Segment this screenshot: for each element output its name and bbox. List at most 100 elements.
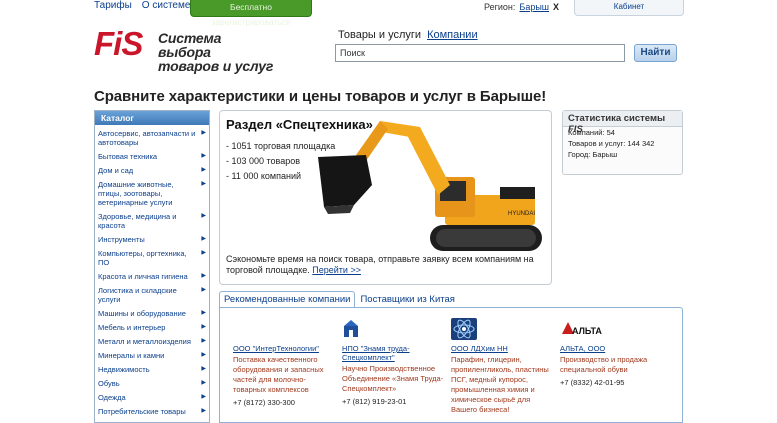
catalog-item-label: Здоровье, медицина и красота — [98, 212, 177, 230]
catalog-list: Автосервис, автозапчасти и автотовары ▶ Бы… — [95, 129, 209, 422]
region-label: Регион: — [484, 2, 516, 12]
tariffs-link[interactable]: Тарифы — [94, 0, 132, 16]
arrow-right-icon: ▶ — [201, 394, 206, 400]
region-selector: Регион: Барыш X — [484, 2, 559, 12]
arrow-right-icon: ▶ — [201, 380, 206, 386]
company-description: Поставка качественного оборудования и за… — [233, 355, 324, 394]
logo-slogan: Система выбора товаров и услуг — [158, 31, 274, 73]
arrow-right-icon: ▶ — [201, 250, 206, 256]
tab-china-suppliers[interactable]: Поставщики из Китая — [355, 291, 459, 308]
catalog-item[interactable]: Домашние животные, птицы, зоотовары, вет… — [95, 180, 209, 207]
catalog-item-label: Недвижимость — [98, 365, 150, 374]
search-button[interactable]: Найти — [634, 44, 677, 62]
catalog-item-label: Бытовая техника — [98, 152, 158, 161]
catalog-item[interactable]: Автосервис, автозапчасти и автотовары ▶ — [95, 129, 209, 147]
company-phone: +7 (8172) 330-300 — [233, 398, 295, 407]
arrow-right-icon: ▶ — [201, 273, 206, 279]
factory-logo-icon[interactable] — [342, 318, 445, 340]
register-button[interactable]: Бесплатно зарегистрироваться — [190, 0, 312, 27]
stats-city: Город: Барыш — [568, 150, 618, 159]
stats-companies: Компаний: 54 — [568, 128, 615, 137]
banner-text: Сэкономьте время на поиск товара, отправ… — [226, 254, 548, 276]
search-tab-companies[interactable]: Компании — [427, 29, 478, 41]
cabinet-button[interactable]: Кабинет — [574, 0, 684, 16]
alta-logo-icon[interactable]: АЛЬТА — [560, 318, 663, 340]
site-logo[interactable]: FiS Система выбора товаров и услуг — [94, 25, 274, 73]
catalog-item[interactable]: Одежда ▶ — [95, 393, 209, 402]
arrow-right-icon: ▶ — [201, 213, 206, 219]
arrow-right-icon: ▶ — [201, 310, 206, 316]
catalog-item-label: Красота и личная гигиена — [98, 272, 188, 281]
catalog-item[interactable]: Минералы и камни ▶ — [95, 351, 209, 360]
catalog-item-label: Домашние животные, птицы, зоотовары, вет… — [98, 180, 174, 207]
arrow-right-icon: ▶ — [201, 338, 206, 344]
catalog-item[interactable]: Дом и сад ▶ — [95, 166, 209, 175]
stats-title-text: Статистика системы — [568, 113, 666, 124]
tab-recommended-companies[interactable]: Рекомендованные компании — [219, 291, 356, 308]
search-input[interactable] — [335, 44, 625, 62]
companies-panel: ООО "ИнтерТехнологии" Поставка качествен… — [219, 307, 683, 423]
region-clear-button[interactable]: X — [553, 2, 559, 12]
page-headline: Сравните характеристики и цены товаров и… — [94, 88, 547, 105]
region-city-link[interactable]: Барыш — [519, 2, 549, 12]
catalog-item-label: Мебель и интерьер — [98, 323, 166, 332]
top-nav: Тарифы О системе — [94, 0, 190, 16]
company-logo-empty — [233, 318, 336, 340]
stats-title: Статистика системы FIS — [563, 111, 682, 135]
atom-logo-icon[interactable] — [451, 318, 554, 340]
catalog-item-label: Потребительские товары — [98, 407, 186, 416]
banner-more-link[interactable]: Перейти >> — [312, 265, 361, 275]
company-card: НПО "Знамя труда-Спецкомплект" Научно Пр… — [342, 318, 445, 406]
catalog-item-label: Инструменты — [98, 235, 145, 244]
catalog-item[interactable]: Красота и личная гигиена ▶ — [95, 272, 209, 281]
catalog-item-label: Минералы и камни — [98, 351, 165, 360]
svg-text:АЛЬТА: АЛЬТА — [572, 326, 602, 336]
catalog-item-label: Металл и металлоизделия — [98, 337, 191, 346]
catalog-item-label: Автосервис, автозапчасти и автотовары — [98, 129, 196, 147]
stats-panel: Статистика системы FIS Компаний: 54 Това… — [562, 110, 683, 175]
arrow-right-icon: ▶ — [201, 153, 206, 159]
banner-description: Сэкономьте время на поиск товара, отправ… — [226, 254, 534, 275]
catalog-item[interactable]: Потребительские товары ▶ — [95, 407, 209, 416]
catalog-item-label: Компьютеры, оргтехника, ПО — [98, 249, 187, 267]
company-description: Производство и продажа специальной обуви — [560, 355, 648, 374]
arrow-right-icon: ▶ — [201, 287, 206, 293]
catalog-item[interactable]: Металл и металлоизделия ▶ — [95, 337, 209, 346]
logo-slogan-line1: Система выбора — [158, 30, 222, 60]
catalog-item[interactable]: Недвижимость ▶ — [95, 365, 209, 374]
catalog-item-label: Машины и оборудование — [98, 309, 186, 318]
catalog-item[interactable]: Логистика и складские услуги ▶ — [95, 286, 209, 304]
companies-tabs: Рекомендованные компании Поставщики из К… — [219, 291, 460, 308]
promo-banner[interactable]: Раздел «Спецтехника» - 1051 торговая пло… — [219, 110, 552, 285]
search-tabs: Товары и услуги Компании — [338, 29, 478, 41]
company-card: ООО ЛДХим НН Парафин, глицерин, пропилен… — [451, 318, 554, 415]
catalog-item[interactable]: Компьютеры, оргтехника, ПО ▶ — [95, 249, 209, 267]
logo-slogan-line2: товаров и услуг — [158, 58, 274, 74]
company-name-link[interactable]: ООО "ИнтерТехнологии" — [233, 344, 336, 353]
company-name-link[interactable]: НПО "Знамя труда-Спецкомплект" — [342, 344, 445, 362]
company-phone: +7 (8332) 42-01-95 — [560, 378, 625, 387]
arrow-right-icon: ▶ — [201, 352, 206, 358]
company-name-link[interactable]: ООО ЛДХим НН — [451, 344, 554, 353]
company-phone: +7 (812) 919-23-01 — [342, 397, 407, 406]
arrow-right-icon: ▶ — [201, 167, 206, 173]
company-card: ООО "ИнтерТехнологии" Поставка качествен… — [233, 318, 336, 407]
catalog-item-label: Одежда — [98, 393, 126, 402]
logo-mark: FiS — [94, 25, 143, 62]
catalog-title: Каталог — [95, 111, 209, 125]
banner-brand-text: HYUNDAI — [508, 211, 535, 217]
catalog-item[interactable]: Инструменты ▶ — [95, 235, 209, 244]
excavator-image: HYUNDAI — [318, 121, 542, 251]
catalog-item[interactable]: Обувь ▶ — [95, 379, 209, 388]
catalog-item[interactable]: Здоровье, медицина и красота ▶ — [95, 212, 209, 230]
arrow-right-icon: ▶ — [201, 236, 206, 242]
arrow-right-icon: ▶ — [201, 408, 206, 414]
catalog-item[interactable]: Бытовая техника ▶ — [95, 152, 209, 161]
catalog-item[interactable]: Мебель и интерьер ▶ — [95, 323, 209, 332]
catalog-item-label: Обувь — [98, 379, 120, 388]
company-name-link[interactable]: АЛЬТА, ООО — [560, 344, 663, 353]
search-tab-goods[interactable]: Товары и услуги — [338, 29, 421, 41]
about-link[interactable]: О системе — [142, 0, 191, 16]
catalog-item[interactable]: Машины и оборудование ▶ — [95, 309, 209, 318]
arrow-right-icon: ▶ — [201, 181, 206, 187]
